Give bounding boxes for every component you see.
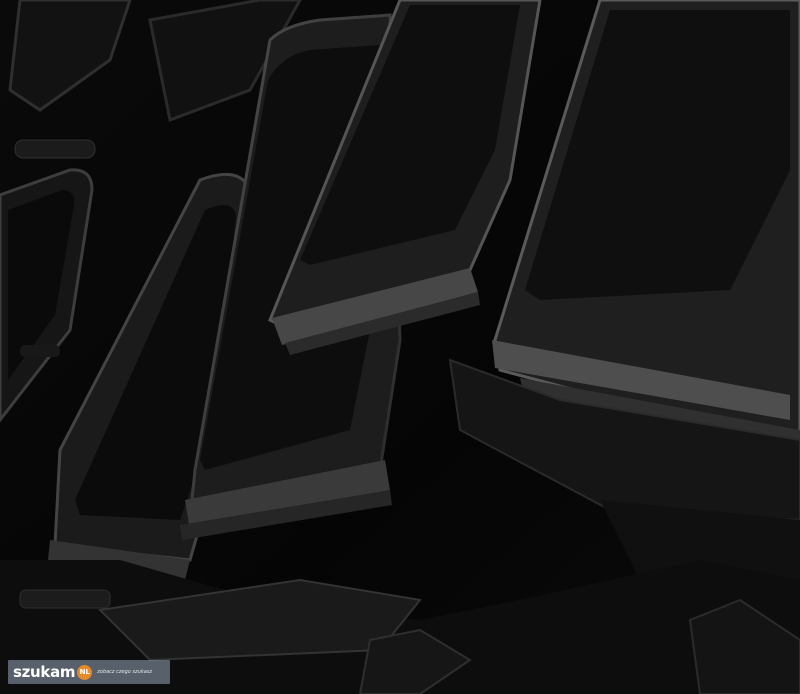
photo-scene — [0, 0, 800, 694]
watermark-brand: szukam — [13, 663, 76, 681]
watermark-tagline: zobacz czego szukasz — [97, 669, 153, 675]
watermark-badge-icon: NL — [77, 664, 93, 680]
szukam-watermark: szukam NL zobacz czego szukasz — [8, 660, 170, 684]
